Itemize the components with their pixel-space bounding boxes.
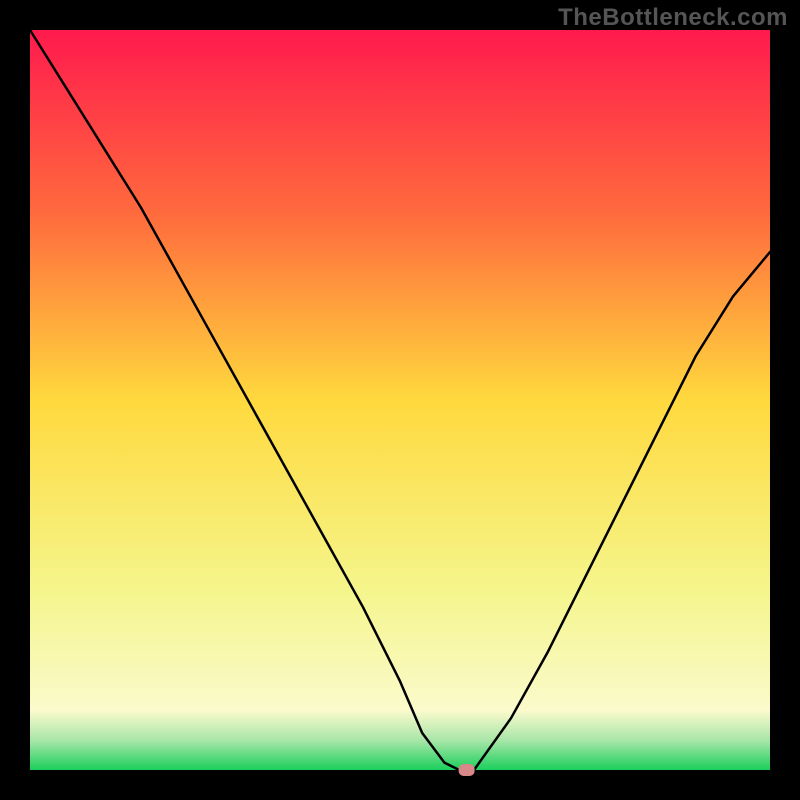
- chart-svg: [0, 0, 800, 800]
- plot-background-gradient: [30, 30, 770, 770]
- optimum-marker: [459, 764, 475, 776]
- watermark-text: TheBottleneck.com: [558, 4, 788, 32]
- chart-container: TheBottleneck.com: [0, 0, 800, 800]
